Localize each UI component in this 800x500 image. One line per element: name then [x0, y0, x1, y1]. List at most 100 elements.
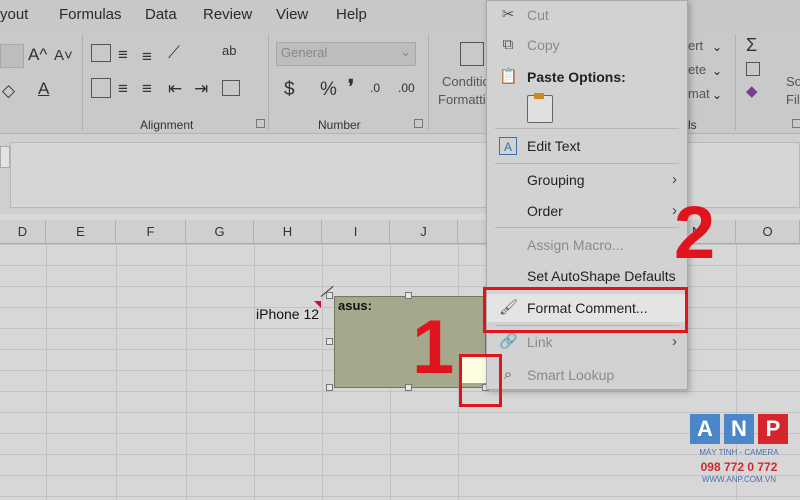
fill-icon[interactable] [746, 62, 760, 76]
menu-item-label: Copy [527, 37, 560, 53]
resize-handle[interactable] [326, 292, 333, 299]
menu-item-copy[interactable]: ⧉ Copy [487, 31, 687, 59]
highlight-resize-handle [459, 354, 502, 407]
font-size-dropdown[interactable] [0, 44, 24, 68]
align-bottom-icon[interactable]: ≡ [142, 48, 152, 65]
delete-label[interactable]: ete [688, 62, 706, 77]
menu-item-label: Paste Options: [527, 69, 626, 85]
resize-handle[interactable] [405, 292, 412, 299]
tab-data[interactable]: Data [145, 6, 177, 23]
column-header-h[interactable]: H [254, 220, 322, 244]
decrease-indent-icon[interactable]: ⇤ [168, 80, 182, 97]
logo-letter: P [758, 414, 788, 444]
logo-tagline: MÁY TÍNH - CAMERA [699, 448, 779, 457]
decrease-decimal-icon[interactable]: .00 [398, 82, 415, 94]
menu-item-order[interactable]: Order › [487, 197, 687, 225]
menu-item-label: Smart Lookup [527, 367, 615, 383]
align-middle-icon[interactable]: ≡ [118, 46, 128, 63]
percent-icon[interactable]: % [320, 80, 337, 99]
conditional-formatting-label-2[interactable]: Formatti [438, 92, 486, 107]
conditional-formatting-label-1[interactable]: Conditio [442, 74, 490, 89]
ribbon-separator [428, 34, 429, 130]
resize-handle[interactable] [405, 384, 412, 391]
align-right-icon[interactable]: ≡ [142, 80, 152, 97]
column-header-j[interactable]: J [390, 220, 458, 244]
column-header-g[interactable]: G [186, 220, 254, 244]
menu-divider [495, 227, 679, 228]
resize-handle[interactable] [326, 338, 333, 345]
anp-logo: A N P MÁY TÍNH - CAMERA 098 772 0 772 WW… [690, 414, 788, 486]
name-box[interactable] [0, 146, 10, 168]
alignment-group-label: Alignment [140, 118, 194, 132]
menu-item-label: Set AutoShape Defaults [527, 268, 676, 284]
tab-view[interactable]: View [276, 6, 308, 23]
currency-icon[interactable]: $ [284, 80, 295, 99]
menu-item-set-autoshape-defaults[interactable]: Set AutoShape Defaults [487, 262, 687, 290]
increase-decimal-icon[interactable]: .0 [370, 82, 380, 94]
tab-formulas[interactable]: Formulas [59, 6, 122, 23]
menu-item-label: Assign Macro... [527, 237, 624, 253]
submenu-arrow-icon: › [672, 171, 677, 188]
menu-item-label: Edit Text [527, 138, 581, 154]
menu-item-grouping[interactable]: Grouping › [487, 166, 687, 194]
logo-letter: A [690, 414, 720, 444]
menu-item-cut[interactable]: ✂ Cut [487, 1, 687, 29]
clear-icon[interactable]: ◆ [746, 84, 758, 99]
font-color-icon[interactable]: A [38, 80, 49, 97]
align-center-icon[interactable]: ≡ [118, 80, 128, 97]
step-number-2: 2 [674, 191, 716, 274]
menu-item-edit-text[interactable]: A Edit Text [487, 132, 687, 160]
tab-layout[interactable]: yout [0, 6, 28, 23]
paste-icon: 📋 [499, 68, 518, 85]
menu-item-smart-lookup[interactable]: ⌕ Smart Lookup [487, 361, 687, 389]
editing-launcher-icon[interactable] [792, 119, 800, 128]
column-header-i[interactable]: I [322, 220, 390, 244]
autosum-icon[interactable]: Σ [746, 36, 757, 54]
menu-divider [495, 163, 679, 164]
chevron-down-icon: ⌄ [712, 88, 723, 102]
sort-filter-label-2[interactable]: Filt [786, 92, 800, 107]
wrap-text-icon[interactable]: ab [222, 44, 236, 57]
increase-font-icon[interactable]: A^ [28, 46, 47, 63]
number-format-value: General [281, 45, 328, 60]
align-left-icon[interactable] [91, 78, 111, 98]
decrease-font-icon[interactable]: A˅ [54, 48, 73, 63]
grid-line [116, 244, 117, 500]
insert-label[interactable]: ert [688, 38, 703, 53]
grid-line [322, 244, 323, 500]
merge-center-icon[interactable] [222, 80, 240, 96]
grid-line [46, 244, 47, 500]
format-label[interactable]: mat [688, 86, 710, 101]
menu-item-label: Cut [527, 7, 549, 23]
orientation-icon[interactable]: ⟋ [168, 44, 180, 61]
fill-color-icon[interactable]: ◇ [2, 82, 15, 99]
column-header-d[interactable]: D [0, 220, 46, 244]
logo-letter: N [724, 414, 754, 444]
increase-indent-icon[interactable]: ⇥ [194, 80, 208, 97]
comma-style-icon[interactable]: ❜ [348, 78, 354, 97]
grid-line [186, 244, 187, 500]
column-header-o[interactable]: O [736, 220, 800, 244]
menu-item-assign-macro[interactable]: Assign Macro... [487, 231, 687, 259]
grid-line [254, 244, 255, 500]
number-launcher-icon[interactable] [414, 119, 423, 128]
chevron-down-icon: ⌄ [400, 44, 411, 59]
resize-handle[interactable] [326, 384, 333, 391]
logo-phone: 098 772 0 772 [700, 460, 778, 474]
conditional-formatting-icon[interactable] [460, 42, 484, 66]
chevron-down-icon: ⌄ [712, 64, 723, 78]
column-header-f[interactable]: F [116, 220, 186, 244]
clipboard-clip-icon [534, 93, 544, 99]
menu-item-label: Grouping [527, 172, 585, 188]
paste-option-button[interactable] [527, 93, 553, 123]
column-header-k[interactable] [458, 220, 488, 244]
column-header-e[interactable]: E [46, 220, 116, 244]
sort-filter-label-1[interactable]: So [786, 74, 800, 89]
tab-help[interactable]: Help [336, 6, 367, 23]
tab-review[interactable]: Review [203, 6, 252, 23]
align-top-icon[interactable] [91, 44, 111, 62]
menu-divider [495, 128, 679, 129]
alignment-launcher-icon[interactable] [256, 119, 265, 128]
number-format-dropdown[interactable]: General ⌄ [276, 42, 416, 66]
cell-value[interactable]: iPhone 12 [256, 306, 319, 322]
